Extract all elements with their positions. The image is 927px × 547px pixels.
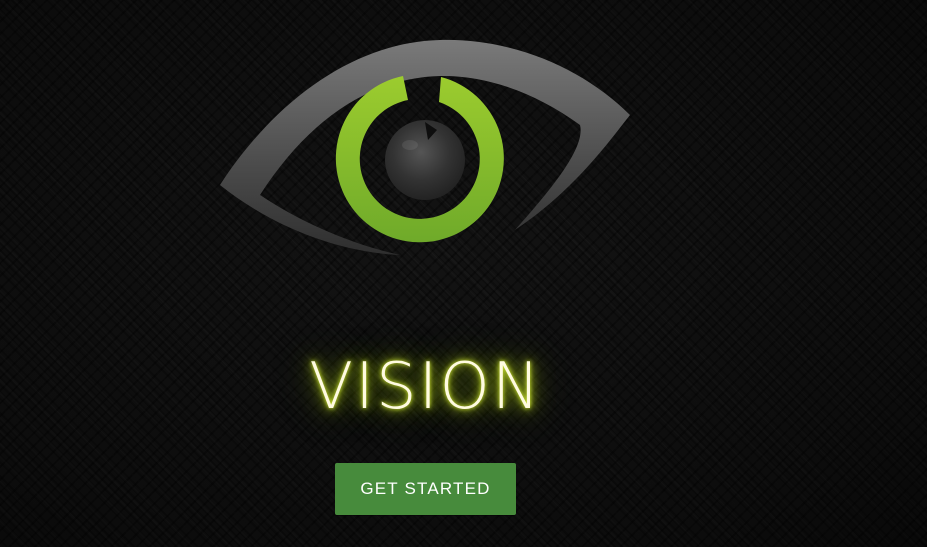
- get-started-button[interactable]: GET STARTED: [335, 463, 516, 515]
- hero-section: VISION GET STARTED: [0, 0, 927, 547]
- page-title: VISION: [309, 350, 542, 424]
- pupil-shape: [385, 120, 465, 200]
- pupil-highlight-shape: [402, 140, 418, 150]
- eye-logo-icon: [220, 39, 630, 255]
